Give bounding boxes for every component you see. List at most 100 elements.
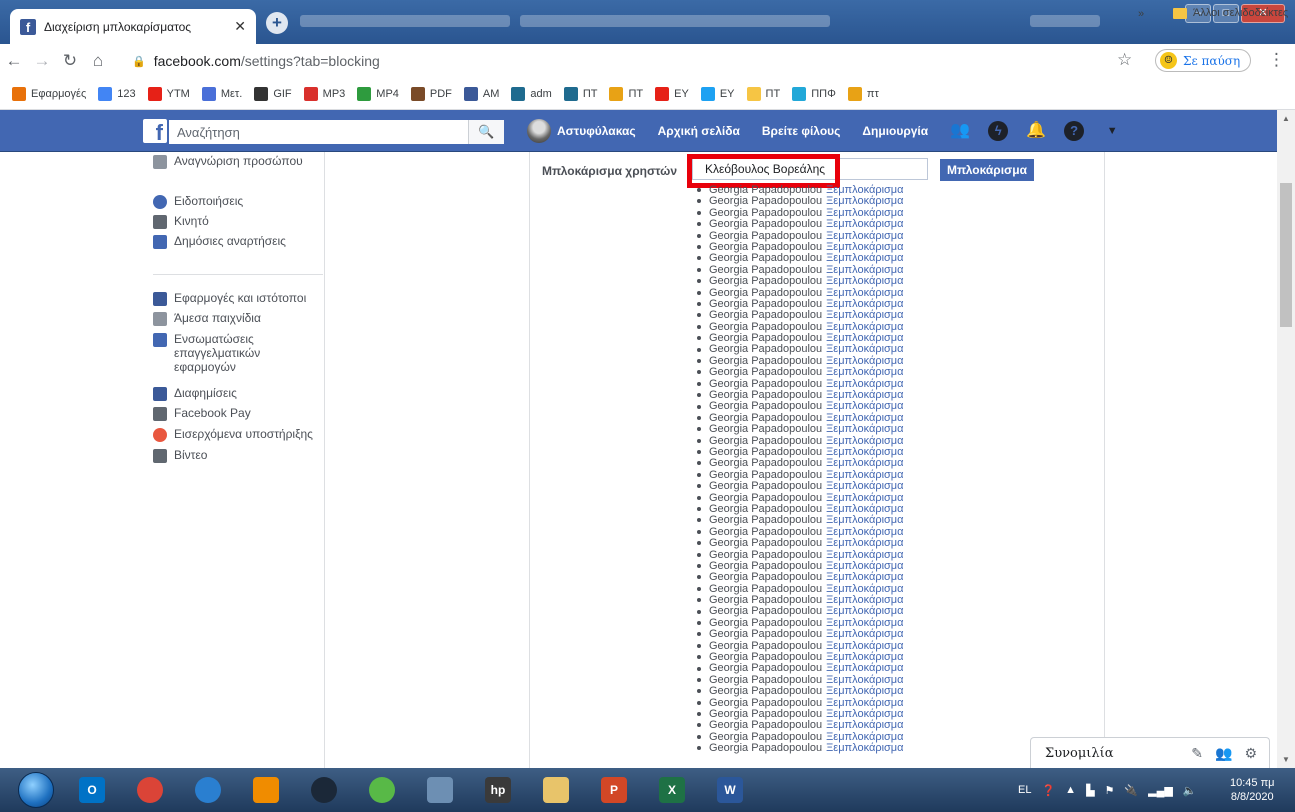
unblock-link[interactable]: Ξεμπλοκάρισμα xyxy=(826,651,903,663)
bookmark-item[interactable]: MP3 xyxy=(303,86,345,101)
home-icon[interactable]: ⌂ xyxy=(84,51,112,71)
profile-paused-button[interactable]: ☺ Σε παύση xyxy=(1155,49,1252,72)
notifications-bell-icon[interactable]: 🔔 xyxy=(1026,121,1046,141)
unblock-link[interactable]: Ξεμπλοκάρισμα xyxy=(826,412,903,424)
sidebar-item[interactable]: Διαφημίσεις xyxy=(153,386,237,401)
facebook-logo-icon[interactable]: f xyxy=(143,119,167,145)
scroll-down-arrow-icon[interactable]: ▼ xyxy=(1277,751,1295,768)
help-tray-icon[interactable]: ❓ xyxy=(1041,784,1055,797)
power-tray-icon[interactable]: 🔌 xyxy=(1124,784,1138,797)
unblock-link[interactable]: Ξεμπλοκάρισμα xyxy=(826,378,903,390)
start-button-icon[interactable] xyxy=(18,772,54,808)
network-tray-icon[interactable]: ▙ xyxy=(1086,784,1094,797)
unblock-link[interactable]: Ξεμπλοκάρισμα xyxy=(826,640,903,652)
help-icon[interactable]: ? xyxy=(1064,121,1085,141)
unblock-link[interactable]: Ξεμπλοκάρισμα xyxy=(826,685,903,697)
search-input[interactable]: Αναζήτηση xyxy=(169,125,468,140)
taskbar-clock[interactable]: 10:45 πμ 8/8/2020 xyxy=(1230,776,1275,804)
other-bookmarks-button[interactable]: Άλλοι σελιδοδείκτες xyxy=(1173,7,1288,19)
taskbar-app[interactable]: hp xyxy=(470,770,526,810)
taskbar-app[interactable]: P xyxy=(586,770,642,810)
bookmark-item[interactable]: πτ xyxy=(847,86,879,101)
account-dropdown-icon[interactable]: ▼ xyxy=(1102,121,1122,141)
group-chat-icon[interactable]: 👥 xyxy=(1215,745,1232,762)
unblock-link[interactable]: Ξεμπλοκάρισμα xyxy=(826,469,903,481)
sidebar-item[interactable]: Ενσωματώσεις επαγγελματικών εφαρμογών xyxy=(153,332,304,374)
bookmark-item[interactable]: PDF xyxy=(410,86,452,101)
unblock-link[interactable]: Ξεμπλοκάρισμα xyxy=(826,708,903,720)
bookmark-item[interactable]: Εφαρμογές xyxy=(12,86,86,101)
profile-link[interactable]: Αστυφύλακας xyxy=(557,124,636,138)
unblock-link[interactable]: Ξεμπλοκάρισμα xyxy=(826,400,903,412)
block-button[interactable]: Μπλοκάρισμα xyxy=(940,159,1034,181)
unblock-link[interactable]: Ξεμπλοκάρισμα xyxy=(826,207,903,219)
bookmark-item[interactable]: YTM xyxy=(147,86,190,101)
unblock-link[interactable]: Ξεμπλοκάρισμα xyxy=(826,275,903,287)
compose-icon[interactable]: ✎ xyxy=(1191,745,1203,762)
sidebar-item[interactable]: Εφαρμογές και ιστότοποι xyxy=(153,291,306,306)
scrollbar-thumb[interactable] xyxy=(1280,183,1292,327)
unblock-link[interactable]: Ξεμπλοκάρισμα xyxy=(826,526,903,538)
browser-tab[interactable]: f Διαχείριση μπλοκαρίσματος ✕ xyxy=(10,9,256,44)
bookmark-item[interactable]: AM xyxy=(463,86,499,101)
address-bar[interactable]: 🔒 facebook.com /settings?tab=blocking xyxy=(122,47,1042,75)
unblock-link[interactable]: Ξεμπλοκάρισμα xyxy=(826,230,903,242)
sidebar-item[interactable]: Βίντεο xyxy=(153,448,207,463)
taskbar-app[interactable] xyxy=(354,770,410,810)
bookmark-item[interactable]: 123 xyxy=(98,86,136,101)
unblock-link[interactable]: Ξεμπλοκάρισμα xyxy=(826,343,903,355)
unblock-link[interactable]: Ξεμπλοκάρισμα xyxy=(826,594,903,606)
new-tab-button[interactable]: + xyxy=(266,12,288,34)
unblock-link[interactable]: Ξεμπλοκάρισμα xyxy=(826,321,903,333)
unblock-link[interactable]: Ξεμπλοκάρισμα xyxy=(826,355,903,367)
unblock-link[interactable]: Ξεμπλοκάρισμα xyxy=(826,731,903,743)
unblock-link[interactable]: Ξεμπλοκάρισμα xyxy=(826,309,903,321)
unblock-link[interactable]: Ξεμπλοκάρισμα xyxy=(826,571,903,583)
unblock-link[interactable]: Ξεμπλοκάρισμα xyxy=(826,332,903,344)
unblock-link[interactable]: Ξεμπλοκάρισμα xyxy=(826,264,903,276)
sidebar-item[interactable]: Αναγνώριση προσώπου xyxy=(153,154,303,169)
facebook-search[interactable]: Αναζήτηση 🔍 xyxy=(169,120,504,144)
nav-create-link[interactable]: Δημιουργία xyxy=(862,124,928,138)
unblock-link[interactable]: Ξεμπλοκάρισμα xyxy=(826,719,903,731)
bookmark-item[interactable]: adm xyxy=(511,86,552,101)
taskbar-app[interactable] xyxy=(412,770,468,810)
signal-tray-icon[interactable]: ▂▄▆ xyxy=(1148,784,1173,797)
bookmark-item[interactable]: GIF xyxy=(254,86,292,101)
bookmark-item[interactable]: ΕΥ xyxy=(655,86,689,101)
sidebar-item[interactable]: Δημόσιες αναρτήσεις xyxy=(153,234,286,249)
bookmark-item[interactable]: ΠΤ xyxy=(563,86,597,101)
unblock-link[interactable]: Ξεμπλοκάρισμα xyxy=(826,503,903,515)
tray-expand-icon[interactable]: ▲ xyxy=(1065,784,1076,796)
taskbar-app[interactable]: W xyxy=(702,770,758,810)
search-icon[interactable]: 🔍 xyxy=(468,120,504,144)
bookmark-item[interactable]: ΠΤ xyxy=(746,86,780,101)
unblock-link[interactable]: Ξεμπλοκάρισμα xyxy=(826,697,903,709)
unblock-link[interactable]: Ξεμπλοκάρισμα xyxy=(826,674,903,686)
unblock-link[interactable]: Ξεμπλοκάρισμα xyxy=(826,366,903,378)
back-arrow-icon[interactable]: ← xyxy=(0,51,28,71)
unblock-link[interactable]: Ξεμπλοκάρισμα xyxy=(826,742,903,754)
unblock-link[interactable]: Ξεμπλοκάρισμα xyxy=(826,457,903,469)
unblock-link[interactable]: Ξεμπλοκάρισμα xyxy=(826,537,903,549)
language-indicator[interactable]: EL xyxy=(1018,784,1031,796)
unblock-link[interactable]: Ξεμπλοκάρισμα xyxy=(826,583,903,595)
sidebar-item[interactable]: Κινητό xyxy=(153,214,209,229)
taskbar-app[interactable] xyxy=(122,770,178,810)
reload-icon[interactable]: ↻ xyxy=(56,51,84,71)
bookmark-item[interactable]: ΠΤ xyxy=(609,86,643,101)
bookmarks-overflow-button[interactable]: » xyxy=(1138,8,1144,20)
unblock-link[interactable]: Ξεμπλοκάρισμα xyxy=(826,252,903,264)
sidebar-item[interactable]: Ειδοποιήσεις xyxy=(153,194,243,209)
menu-kebab-icon[interactable]: ⋮ xyxy=(1268,50,1285,70)
unblock-link[interactable]: Ξεμπλοκάρισμα xyxy=(826,389,903,401)
unblock-link[interactable]: Ξεμπλοκάρισμα xyxy=(826,514,903,526)
bookmark-item[interactable]: ΕΥ xyxy=(700,86,735,101)
taskbar-app[interactable] xyxy=(180,770,236,810)
forward-arrow-icon[interactable]: → xyxy=(28,51,56,71)
unblock-link[interactable]: Ξεμπλοκάρισμα xyxy=(826,605,903,617)
unblock-link[interactable]: Ξεμπλοκάρισμα xyxy=(826,492,903,504)
friend-requests-icon[interactable]: 👥 xyxy=(950,121,970,141)
unblock-link[interactable]: Ξεμπλοκάρισμα xyxy=(826,298,903,310)
sidebar-item[interactable]: Εισερχόμενα υποστήριξης xyxy=(153,427,313,442)
